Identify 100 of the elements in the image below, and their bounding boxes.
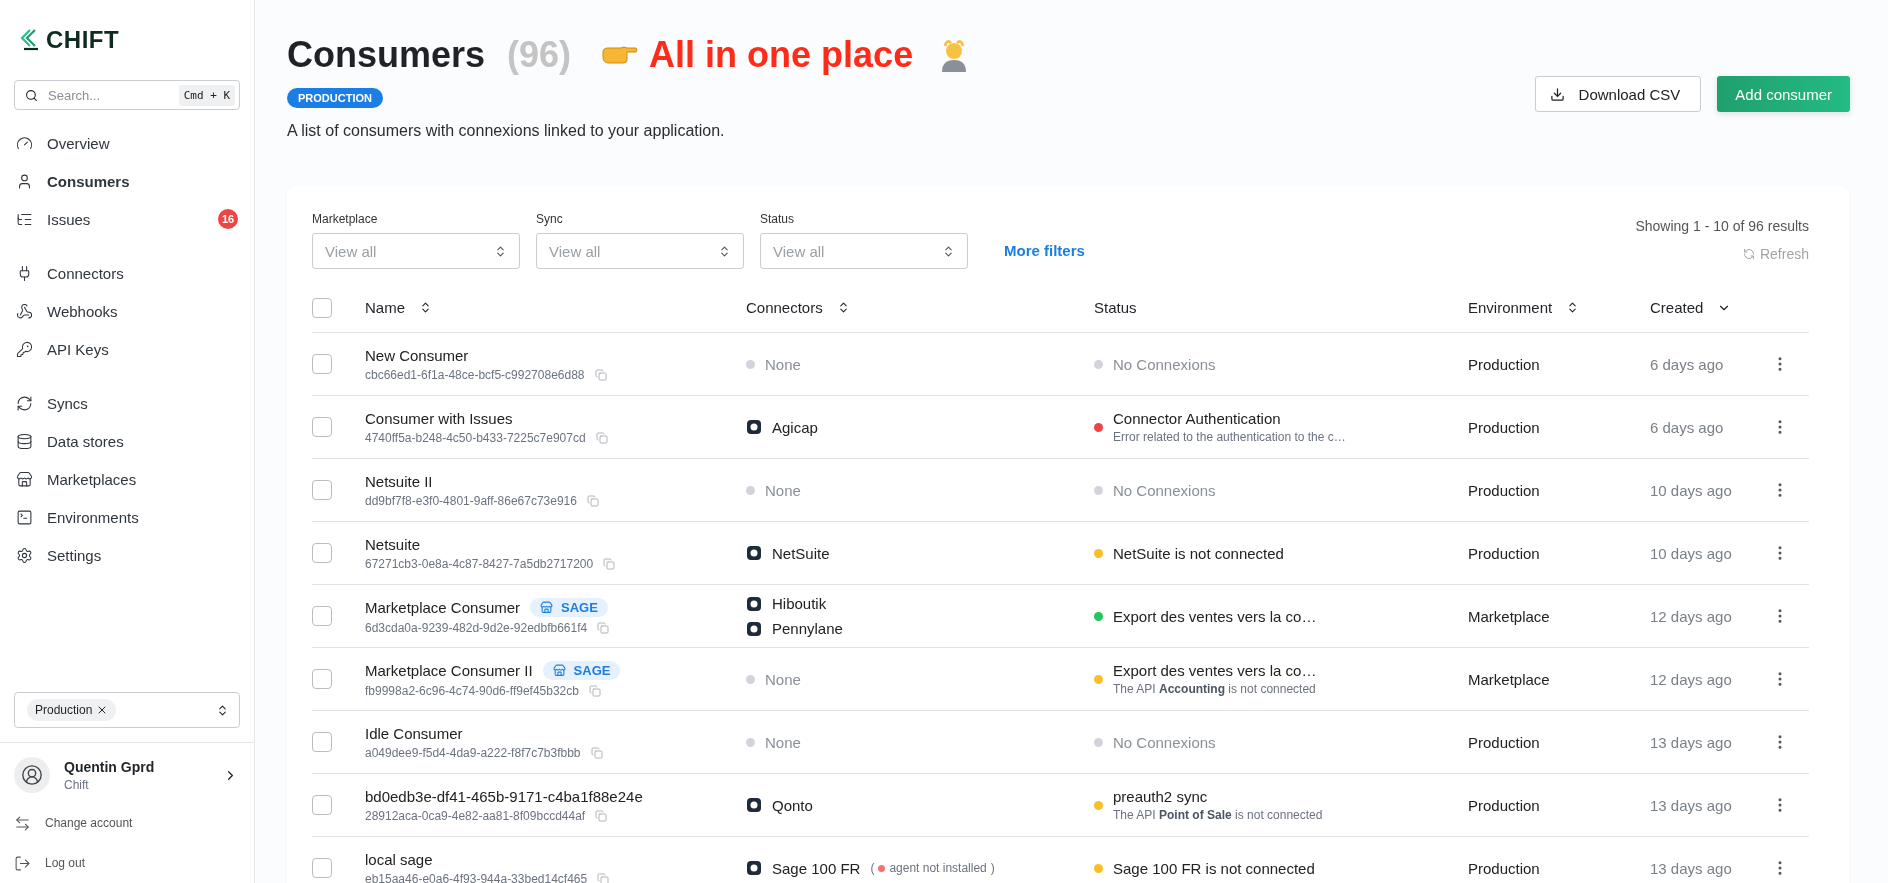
consumer-id: fb9998a2-6c96-4c74-90d6-ff9ef45b32cb	[365, 683, 579, 698]
status-title: No Connexions	[1113, 355, 1216, 373]
consumer-id: a049dee9-f5d4-4da9-a222-f8f7c7b3fbbb	[365, 745, 581, 760]
nav-item[interactable]: API Keys	[0, 330, 254, 368]
marketplace-tag: SAGE	[530, 597, 608, 617]
created-date: 12 days ago	[1650, 607, 1733, 625]
status-title: Connector Authentication	[1113, 410, 1282, 427]
copy-icon[interactable]	[597, 621, 610, 634]
copy-icon[interactable]	[597, 872, 610, 883]
row-checkbox[interactable]	[312, 858, 332, 878]
sort-icon[interactable]	[419, 301, 432, 314]
consumer-id: cbc66ed1-6f1a-48ce-bcf5-c992708e6d88	[365, 367, 585, 382]
consumer-id: dd9bf7f8-e3f0-4801-9aff-86e67c73e916	[365, 493, 577, 508]
status-detail: Error related to the authentication to the c…	[1113, 430, 1346, 444]
nav-item[interactable]: Settings	[0, 536, 254, 574]
column-header[interactable]: Status	[1094, 299, 1137, 316]
copy-icon[interactable]	[586, 494, 599, 507]
account-action[interactable]: Log out	[0, 843, 254, 883]
environment-chip[interactable]: Production	[27, 699, 117, 721]
nav-item[interactable]: Issues 16	[0, 200, 254, 238]
nav-icon	[16, 508, 33, 526]
nav-item[interactable]: Marketplaces	[0, 460, 254, 498]
status-title: No Connexions	[1113, 481, 1216, 499]
nav-item[interactable]: Webhooks	[0, 292, 254, 330]
consumer-count: (96)	[507, 34, 572, 76]
nav-icon	[16, 302, 33, 320]
environment-select[interactable]: Production	[14, 692, 240, 728]
nav-icon	[16, 432, 33, 450]
column-header[interactable]: Connectors	[746, 299, 823, 316]
more-filters-link[interactable]: More filters	[1004, 242, 1085, 259]
store-icon	[552, 663, 566, 677]
copy-icon[interactable]	[595, 431, 608, 444]
connector-logo-icon	[746, 860, 762, 876]
nav-icon	[16, 134, 33, 152]
row-checkbox[interactable]	[312, 795, 332, 815]
environment-name: Production	[1468, 544, 1541, 562]
user-name: Quentin Gprd	[64, 758, 156, 775]
select-icon	[718, 244, 731, 258]
store-icon	[540, 600, 554, 614]
consumer-id: 67271cb3-0e8a-4c87-8427-7a5db2717200	[365, 556, 594, 571]
swap-icon	[14, 814, 31, 832]
column-header[interactable]: Name	[365, 299, 405, 316]
connector-name: Hiboutik	[772, 595, 827, 612]
copy-icon[interactable]	[590, 746, 603, 759]
search-box[interactable]: Search... Cmd + K	[14, 80, 240, 110]
row-checkbox[interactable]	[312, 606, 332, 626]
column-header[interactable]: Environment	[1468, 299, 1553, 316]
consumer-name: Idle Consumer	[365, 724, 463, 742]
consumer-name: Netsuite	[365, 535, 421, 553]
row-checkbox[interactable]	[312, 417, 332, 437]
copy-icon[interactable]	[594, 368, 607, 381]
marketplace-tag: SAGE	[542, 660, 621, 680]
logo-text: CHIFT	[46, 26, 120, 54]
download-csv-button[interactable]: Download CSV	[1534, 76, 1702, 112]
environment-name: Production	[1468, 355, 1541, 373]
filter-label: Status	[760, 212, 796, 226]
nav-icon	[16, 394, 33, 412]
created-date: 6 days ago	[1650, 418, 1725, 436]
status-title: Export des ventes vers la co…	[1113, 662, 1317, 679]
connector-name: None	[765, 481, 801, 499]
row-checkbox[interactable]	[312, 480, 332, 500]
nav-item[interactable]: Environments	[0, 498, 254, 536]
refresh-icon	[1742, 248, 1755, 260]
nav-item[interactable]: Consumers	[0, 162, 254, 200]
copy-icon[interactable]	[595, 809, 608, 822]
consumer-name: Consumer with Issues	[365, 409, 513, 427]
filter-label: Sync	[536, 212, 564, 226]
connector-logo-icon	[746, 419, 762, 435]
nav-item[interactable]: Syncs	[0, 384, 254, 422]
nav-icon	[16, 172, 33, 190]
row-checkbox[interactable]	[312, 543, 332, 563]
search-icon	[25, 88, 38, 102]
select-all-checkbox[interactable]	[312, 297, 332, 318]
consumer-id: 4740ff5a-b248-4c50-b433-7225c7e907cd	[365, 430, 586, 445]
select-icon	[494, 244, 507, 258]
user-menu[interactable]: Quentin Gprd Chift	[0, 742, 254, 803]
account-action[interactable]: Change account	[0, 803, 254, 843]
row-checkbox[interactable]	[312, 732, 332, 752]
consumer-id: eb15aa46-e0a6-4f93-944a-33bed14cf465	[365, 871, 588, 883]
row-checkbox[interactable]	[312, 669, 332, 689]
pointing-hand-icon	[601, 44, 640, 66]
copy-icon[interactable]	[603, 557, 616, 570]
consumer-name: New Consumer	[365, 346, 469, 364]
connector-note: ( agent not installed )	[870, 861, 995, 875]
nav-item[interactable]: Overview	[0, 124, 254, 162]
count-badge: 16	[218, 209, 238, 229]
column-header[interactable]: Created	[1650, 299, 1704, 316]
consumer-name: Marketplace Consumer II	[365, 661, 533, 679]
shortcut-hint: Cmd + K	[178, 84, 235, 106]
created-date: 10 days ago	[1650, 544, 1733, 562]
consumer-name: bd0edb3e-df41-465b-9171-c4ba1f88e24e	[365, 787, 643, 805]
created-date: 13 days ago	[1650, 859, 1733, 877]
row-checkbox[interactable]	[312, 354, 332, 374]
nav-item[interactable]: Data stores	[0, 422, 254, 460]
nav-item[interactable]: Connectors	[0, 254, 254, 292]
connector-name: Pennylane	[772, 620, 843, 637]
consumer-name: local sage	[365, 850, 433, 868]
copy-icon[interactable]	[588, 684, 601, 697]
filter-label: Marketplace	[312, 212, 379, 226]
created-date: 10 days ago	[1650, 481, 1733, 499]
